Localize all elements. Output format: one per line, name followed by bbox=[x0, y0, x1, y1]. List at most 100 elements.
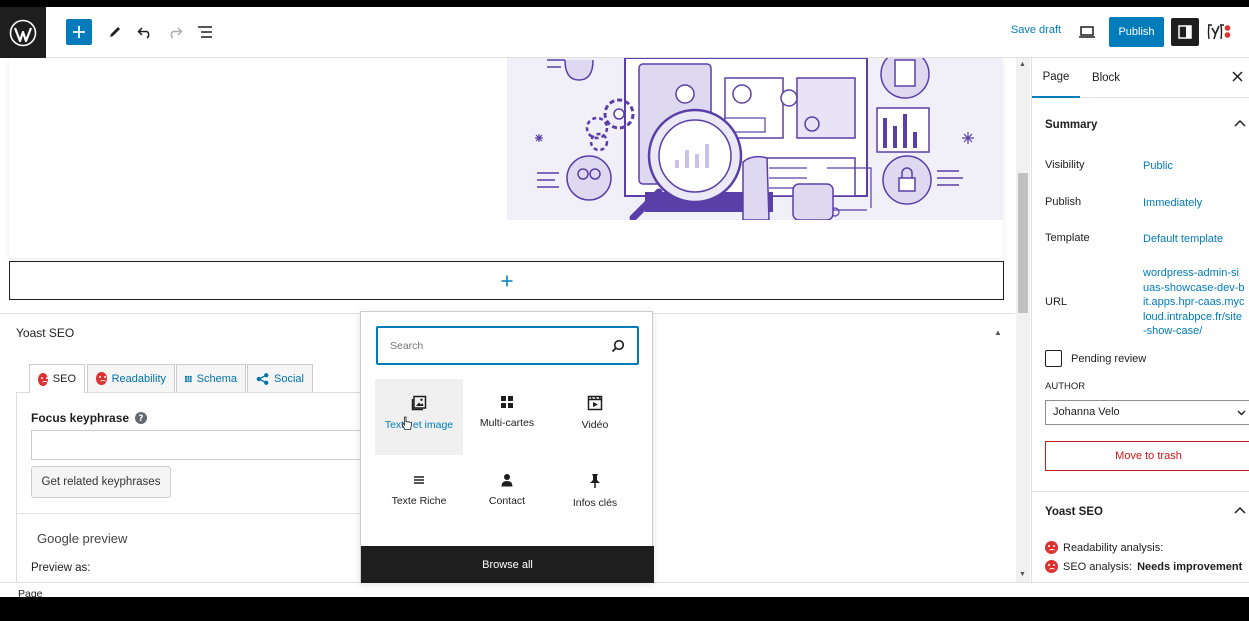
tab-label: Schema bbox=[196, 372, 237, 385]
yoast-panel-title[interactable]: Yoast SEO bbox=[1045, 506, 1103, 518]
block-texte-et-image[interactable]: Texte et image bbox=[375, 379, 463, 455]
grid-icon bbox=[501, 396, 513, 408]
readability-analysis-label: Readability analysis: bbox=[1063, 541, 1164, 554]
tab-schema[interactable]: Schema bbox=[176, 364, 246, 392]
pending-review-checkbox[interactable] bbox=[1045, 350, 1062, 367]
block-label: Texte Riche bbox=[391, 495, 447, 507]
chevron-up-icon[interactable] bbox=[1234, 503, 1246, 517]
share-icon bbox=[256, 372, 269, 385]
close-x-icon bbox=[1232, 71, 1243, 82]
tab-social[interactable]: Social bbox=[247, 364, 313, 392]
editor-toolbar: Save draft Publish bbox=[0, 7, 1249, 58]
preview-button[interactable] bbox=[1074, 19, 1100, 45]
hero-illustration[interactable] bbox=[507, 58, 1003, 220]
seo-analysis-row: SEO analysis: Needs improvement bbox=[1045, 560, 1242, 573]
focus-keyphrase-input[interactable] bbox=[31, 430, 376, 460]
tab-seo[interactable]: SEO bbox=[29, 364, 85, 393]
block-label: Texte et image bbox=[384, 419, 454, 431]
mouse-cursor-icon bbox=[401, 416, 412, 430]
inserter-search-box[interactable] bbox=[376, 326, 639, 365]
sad-face-icon bbox=[1045, 541, 1058, 554]
metabox-title: Yoast SEO bbox=[16, 326, 75, 340]
tab-page[interactable]: Page bbox=[1032, 58, 1080, 98]
pencil-icon bbox=[110, 27, 120, 37]
url-value[interactable]: wordpress-admin-siuas-showcase-dev-bit.a… bbox=[1143, 266, 1245, 339]
template-label: Template bbox=[1045, 232, 1090, 244]
publish-button[interactable]: Publish bbox=[1109, 17, 1164, 47]
divider bbox=[1032, 491, 1249, 492]
pending-review-label: Pending review bbox=[1071, 353, 1147, 365]
tools-button[interactable] bbox=[102, 19, 128, 45]
block-texte-riche[interactable]: Texte Riche bbox=[375, 457, 463, 533]
settings-button[interactable] bbox=[1171, 18, 1199, 46]
seo-analysis-label: SEO analysis: bbox=[1063, 560, 1133, 573]
redo-button[interactable] bbox=[162, 19, 188, 45]
block-infos-cles[interactable]: Infos clés bbox=[551, 457, 639, 533]
divider bbox=[17, 513, 377, 514]
sidebar-icon bbox=[1178, 25, 1192, 39]
url-label: URL bbox=[1045, 296, 1068, 308]
visibility-label: Visibility bbox=[1045, 159, 1085, 171]
sad-face-icon bbox=[38, 372, 48, 386]
related-keyphrases-button[interactable]: Get related keyphrases bbox=[31, 466, 171, 498]
tab-readability[interactable]: Readability bbox=[87, 364, 175, 392]
search-icon bbox=[611, 339, 625, 352]
browse-all-button[interactable]: Browse all bbox=[361, 546, 654, 583]
scroll-up-icon[interactable]: ▲ bbox=[1019, 61, 1026, 68]
plus-icon bbox=[73, 26, 85, 38]
save-draft-button[interactable]: Save draft bbox=[1006, 24, 1066, 36]
move-to-trash-button[interactable]: Move to trash bbox=[1045, 441, 1249, 471]
chevron-up-icon[interactable] bbox=[1234, 116, 1246, 130]
block-label: Vidéo bbox=[581, 419, 609, 431]
document-overview-button[interactable] bbox=[192, 19, 218, 45]
help-icon[interactable]: ? bbox=[135, 412, 148, 424]
readability-analysis-row: Readability analysis: bbox=[1045, 541, 1163, 554]
block-multi-cartes[interactable]: Multi-cartes bbox=[463, 379, 551, 455]
collapse-arrow-icon[interactable]: ▲ bbox=[994, 328, 1002, 337]
block-label: Infos clés bbox=[572, 497, 618, 509]
add-block-button[interactable] bbox=[66, 19, 92, 45]
block-search-input[interactable] bbox=[390, 339, 600, 352]
yoast-toolbar-button[interactable] bbox=[1206, 19, 1232, 45]
undo-button[interactable] bbox=[132, 19, 158, 45]
author-label: AUTHOR bbox=[1045, 381, 1086, 392]
tab-block[interactable]: Block bbox=[1086, 58, 1126, 98]
pin-icon bbox=[590, 474, 600, 488]
tab-label: SEO bbox=[52, 373, 76, 385]
plus-icon bbox=[501, 275, 512, 286]
block-breadcrumb-bar: Page bbox=[0, 582, 1249, 597]
block-label: Contact bbox=[488, 495, 526, 507]
text-lines-icon bbox=[414, 476, 424, 484]
scroll-down-icon[interactable]: ▼ bbox=[1019, 571, 1026, 578]
summary-title[interactable]: Summary bbox=[1045, 119, 1097, 131]
preview-as-label: Preview as: bbox=[31, 562, 91, 574]
chevron-down-icon bbox=[1237, 410, 1246, 416]
visibility-value[interactable]: Public bbox=[1143, 159, 1245, 174]
author-select[interactable]: Johanna Velo bbox=[1045, 400, 1249, 425]
close-icon[interactable] bbox=[1232, 70, 1243, 85]
publish-date-value[interactable]: Immediately bbox=[1143, 196, 1245, 211]
canvas-scrollbar[interactable]: ▲ ▼ bbox=[1016, 58, 1030, 582]
tab-label: Readability bbox=[111, 372, 166, 385]
tab-label: Social bbox=[274, 372, 304, 385]
wordpress-logo-button[interactable] bbox=[0, 7, 46, 58]
grid-icon bbox=[185, 375, 192, 382]
sad-face-icon bbox=[1045, 560, 1058, 573]
svg-text:?: ? bbox=[139, 414, 144, 424]
breadcrumb-page[interactable]: Page bbox=[18, 588, 43, 597]
template-value[interactable]: Default template bbox=[1143, 232, 1245, 247]
sidebar-tabs: Page Block bbox=[1032, 58, 1249, 98]
person-icon bbox=[501, 474, 513, 487]
focus-keyphrase-label: Focus keyphrase ? bbox=[31, 411, 148, 425]
author-value: Johanna Velo bbox=[1053, 406, 1120, 418]
undo-icon bbox=[137, 27, 150, 39]
google-preview-heading[interactable]: Google preview bbox=[37, 531, 127, 546]
desktop-icon bbox=[1079, 26, 1095, 38]
block-contact[interactable]: Contact bbox=[463, 457, 551, 533]
block-appender-button[interactable] bbox=[9, 261, 1004, 300]
video-icon bbox=[587, 395, 603, 411]
editor-frame: Save draft Publish Yoast SEO ▲ SEO Reada… bbox=[0, 7, 1249, 597]
scrollbar-thumb[interactable] bbox=[1018, 173, 1028, 313]
block-video[interactable]: Vidéo bbox=[551, 379, 639, 455]
publish-label: Publish bbox=[1045, 196, 1082, 208]
